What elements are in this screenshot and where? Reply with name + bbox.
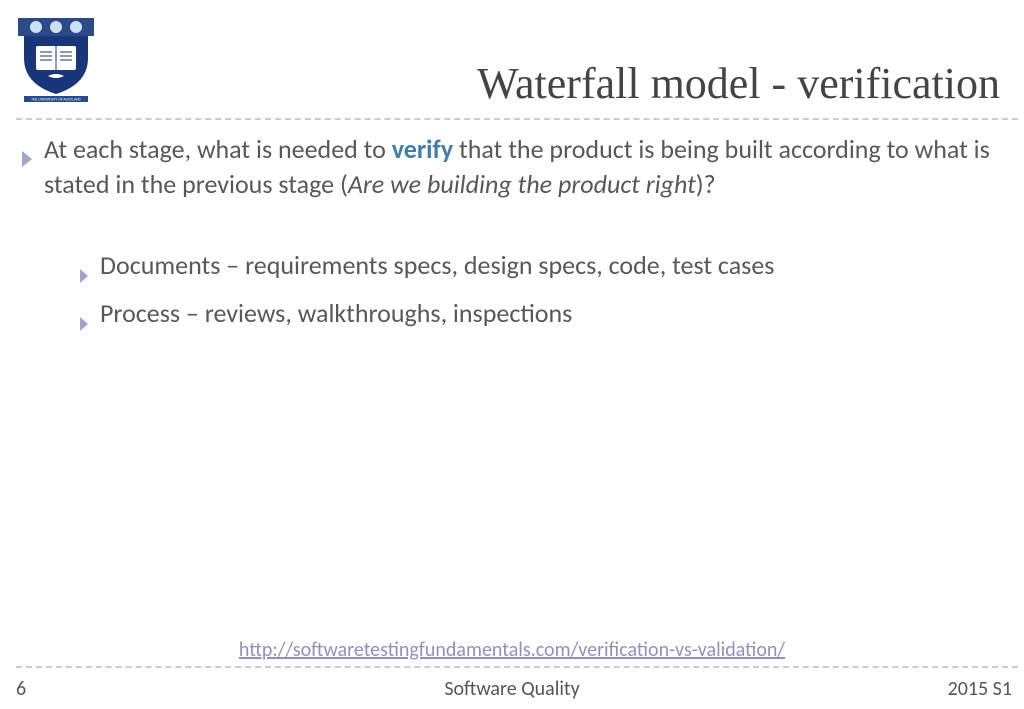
slide-title: Waterfall model - verification (120, 58, 1000, 109)
bullet-icon (78, 305, 90, 340)
slide: THE UNIVERSITY OF AUCKLAND Waterfall mod… (0, 0, 1024, 709)
university-logo: THE UNIVERSITY OF AUCKLAND (18, 18, 94, 102)
sub-bullet-text: Documents – requirements specs, design s… (100, 248, 774, 283)
divider-bottom (16, 666, 1018, 668)
bullet-icon (78, 257, 90, 292)
sub-bullet-list: Documents – requirements specs, design s… (78, 248, 994, 340)
slide-footer: 6 Software Quality 2015 S1 (0, 673, 1024, 703)
slide-content: At each stage, what is needed to verify … (20, 132, 994, 344)
reference-link[interactable]: http://softwaretestingfundamentals.com/v… (239, 638, 785, 662)
main-bullet-text: At each stage, what is needed to verify … (44, 132, 994, 202)
sub-bullet-text: Process – reviews, walkthroughs, inspect… (100, 296, 572, 331)
highlight-verify: verify (392, 133, 453, 165)
main-bullet: At each stage, what is needed to verify … (20, 132, 994, 202)
divider-top (16, 118, 1018, 120)
text-pre: At each stage, what is needed to (44, 133, 392, 165)
footer-term: 2015 S1 (948, 677, 1012, 701)
text-italic: Are we building the product right (348, 168, 696, 200)
bullet-icon (20, 141, 34, 176)
footer-title: Software Quality (0, 677, 1024, 701)
reference-link-container: http://softwaretestingfundamentals.com/v… (0, 638, 1024, 662)
sub-bullet: Documents – requirements specs, design s… (78, 248, 994, 292)
sub-bullet: Process – reviews, walkthroughs, inspect… (78, 296, 994, 340)
svg-text:THE UNIVERSITY OF AUCKLAND: THE UNIVERSITY OF AUCKLAND (31, 98, 81, 102)
text-post: )? (696, 168, 716, 200)
